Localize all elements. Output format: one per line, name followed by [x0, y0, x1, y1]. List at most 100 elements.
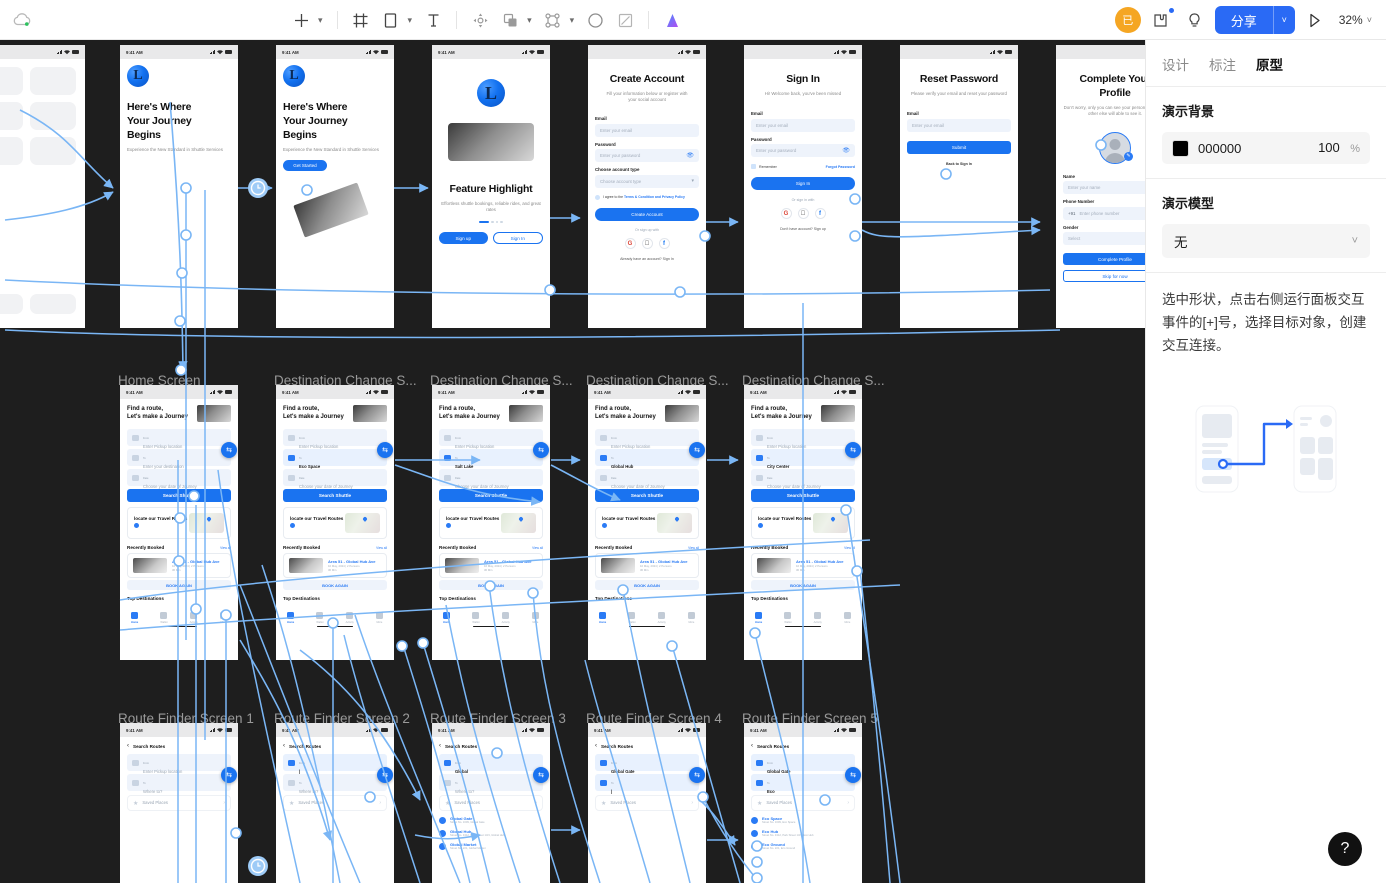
artboard-home-screen-5[interactable]: 9:41 AM Find a route, Let's make a Journ…	[744, 385, 862, 660]
tab-annotate[interactable]: 标注	[1209, 54, 1236, 74]
add-icon[interactable]	[287, 6, 315, 34]
journey-date-field[interactable]: Date Choose your date of Journey	[283, 469, 387, 489]
signin-button[interactable]: Sign In	[492, 232, 543, 245]
view-all-link[interactable]: View all	[844, 546, 855, 550]
google-signin-icon[interactable]: G	[780, 208, 792, 220]
saved-places-row[interactable]: ★ Saved Places ›	[595, 795, 699, 811]
pickup-location-field[interactable]: From Enter Pickup location	[595, 429, 699, 449]
artboard-route-finder-5[interactable]: 9:41 AM ‹ Search Routes From Global Gate…	[744, 723, 862, 883]
back-icon[interactable]: ‹	[127, 743, 129, 749]
complete-profile-button[interactable]: Complete Profile	[1063, 253, 1145, 266]
tab-home[interactable]: Home	[599, 612, 606, 624]
ai-icon[interactable]	[658, 6, 686, 34]
create-account-button[interactable]: Create Account	[595, 208, 699, 222]
tab-design[interactable]: 设计	[1162, 54, 1189, 74]
swap-locations-button[interactable]: ⇆	[689, 442, 705, 458]
opacity-value[interactable]: 100	[1318, 140, 1340, 155]
artboard-home-screen-3[interactable]: 9:41 AM Find a route, Let's make a Journ…	[432, 385, 550, 660]
book-again-button[interactable]: BOOK AGAIN	[127, 580, 231, 590]
signup-footer-link[interactable]: Don't have account? Sign up	[751, 227, 855, 231]
design-canvas[interactable]: 9:41 AM L Here's Where Your Journey Begi…	[0, 40, 1145, 883]
recently-booked-item[interactable]: Area 51 - Global Hub Ave 10 May, 2024 | …	[595, 553, 699, 578]
destination-field[interactable]: To City Center	[751, 449, 855, 469]
password-field[interactable]: Enter your password 👁	[751, 144, 855, 158]
tab-home[interactable]: Home	[287, 612, 294, 624]
artboard-sign-in[interactable]: 9:41 AM Sign In Hi! Welcome back, you've…	[744, 45, 862, 328]
pickup-location-field[interactable]: From Global Gate	[595, 754, 699, 774]
view-all-link[interactable]: View all	[688, 546, 699, 550]
artboard-create-account[interactable]: 9:41 AM Create Account Fill your informa…	[588, 45, 706, 328]
artboard-complete-profile[interactable]: 9:41 AM Complete Your Profile Don't worr…	[1056, 45, 1145, 328]
signin-footer-link[interactable]: Already have an account? Sign In	[595, 257, 699, 261]
artboard-route-finder-4[interactable]: 9:41 AM ‹ Search Routes From Global Gate…	[588, 723, 706, 883]
eye-icon[interactable]: 👁	[842, 147, 850, 154]
swap-locations-button[interactable]: ⇆	[221, 442, 237, 458]
artboard-home-screen-2[interactable]: 9:41 AM Find a route, Let's make a Journ…	[276, 385, 394, 660]
saved-places-row[interactable]: ★ Saved Places ›	[439, 795, 543, 811]
help-button[interactable]: ?	[1328, 832, 1362, 866]
tab-more[interactable]: More	[375, 612, 383, 624]
back-icon[interactable]: ‹	[751, 743, 753, 749]
swap-locations-button[interactable]: ⇆	[533, 767, 549, 783]
tab-activity[interactable]: Activity	[502, 612, 510, 624]
rectangle-chevron-down-icon[interactable]: ▾	[407, 15, 418, 26]
presentation-model-select[interactable]: 无 ˅	[1162, 224, 1370, 258]
tab-wallet[interactable]: Wallet	[784, 612, 792, 624]
artboard-feature-highlight[interactable]: 9:41 AM L Feature Highlight Effortless s…	[432, 45, 550, 328]
search-shuttle-button[interactable]: Search Shuttle	[283, 489, 387, 502]
back-icon[interactable]: ‹	[283, 743, 285, 749]
background-color-row[interactable]: 000000 100 %	[1162, 132, 1370, 164]
app-icon-placeholder[interactable]	[30, 67, 76, 95]
tab-activity[interactable]: Activity	[658, 612, 666, 624]
avatar[interactable]: 已	[1114, 7, 1141, 33]
sign-in-button[interactable]: Sign In	[751, 177, 855, 191]
tab-activity[interactable]: Activity	[190, 612, 198, 624]
skip-for-now-button[interactable]: Skip for now	[1063, 270, 1145, 283]
artboard-home-screen-4[interactable]: 9:41 AM Find a route, Let's make a Journ…	[588, 385, 706, 660]
travel-routes-card[interactable]: locate our Travel Routes	[439, 507, 543, 539]
terms-link[interactable]: Terms & Condition and Privacy Policy	[624, 195, 685, 199]
suggestion-item[interactable]: Eco Hub Street No. 4312, Park Street 13/…	[751, 829, 855, 837]
apple-signup-icon[interactable]: 	[641, 238, 653, 250]
journey-date-field[interactable]: Date Choose your date of Journey	[751, 469, 855, 489]
pickup-location-field[interactable]: From Enter Pickup location	[283, 429, 387, 449]
travel-routes-card[interactable]: locate our Travel Routes	[751, 507, 855, 539]
share-button[interactable]: 分享	[1214, 6, 1273, 34]
boolean-chevron-down-icon[interactable]: ▾	[526, 15, 537, 26]
tab-activity[interactable]: Activity	[814, 612, 822, 624]
tab-home[interactable]: Home	[443, 612, 450, 624]
saved-places-row[interactable]: ★ Saved Places ›	[283, 795, 387, 811]
password-field[interactable]: Enter your password 👁	[595, 149, 699, 163]
text-icon[interactable]	[419, 6, 447, 34]
tab-home[interactable]: Home	[755, 612, 762, 624]
google-signup-icon[interactable]: G	[624, 238, 636, 250]
edit-avatar-icon[interactable]: ✎	[1124, 151, 1133, 161]
carousel-dots[interactable]	[439, 221, 543, 224]
name-field[interactable]: Enter your name	[1063, 181, 1145, 195]
remember-checkbox[interactable]	[751, 164, 756, 170]
swap-locations-button[interactable]: ⇆	[845, 767, 861, 783]
tab-wallet[interactable]: Wallet	[160, 612, 168, 624]
tab-more[interactable]: More	[687, 612, 695, 624]
tab-more[interactable]: More	[531, 612, 539, 624]
suggestion-item[interactable]: Global Gate Street No. 1609, Global Gate	[439, 816, 543, 824]
artboard-reset-password[interactable]: 9:41 AM Reset Password Please verify you…	[900, 45, 1018, 328]
move-icon[interactable]	[466, 6, 494, 34]
artboard-phone-home[interactable]: 9:41 AM L	[0, 45, 85, 328]
suggestion-item[interactable]: Global Market Street No. 221, Global Mar…	[439, 842, 543, 850]
tab-wallet[interactable]: Wallet	[628, 612, 636, 624]
color-hex-value[interactable]: 000000	[1198, 141, 1241, 156]
signup-button[interactable]: Sign up	[439, 232, 488, 245]
destination-field[interactable]: To |	[595, 774, 699, 794]
pickup-location-field[interactable]: From Global Gate	[751, 754, 855, 774]
pickup-location-field[interactable]: From Enter Pickup location	[751, 429, 855, 449]
view-all-link[interactable]: View all	[220, 546, 231, 550]
color-swatch[interactable]	[1172, 139, 1189, 157]
search-shuttle-button[interactable]: Search Shuttle	[751, 489, 855, 502]
lightbulb-icon[interactable]	[1181, 6, 1209, 34]
submit-button[interactable]: Submit	[907, 140, 1011, 154]
book-again-button[interactable]: BOOK AGAIN	[439, 580, 543, 590]
facebook-signin-icon[interactable]: f	[814, 208, 826, 220]
search-shuttle-button[interactable]: Search Shuttle	[127, 489, 231, 502]
rectangle-icon[interactable]	[377, 6, 405, 34]
